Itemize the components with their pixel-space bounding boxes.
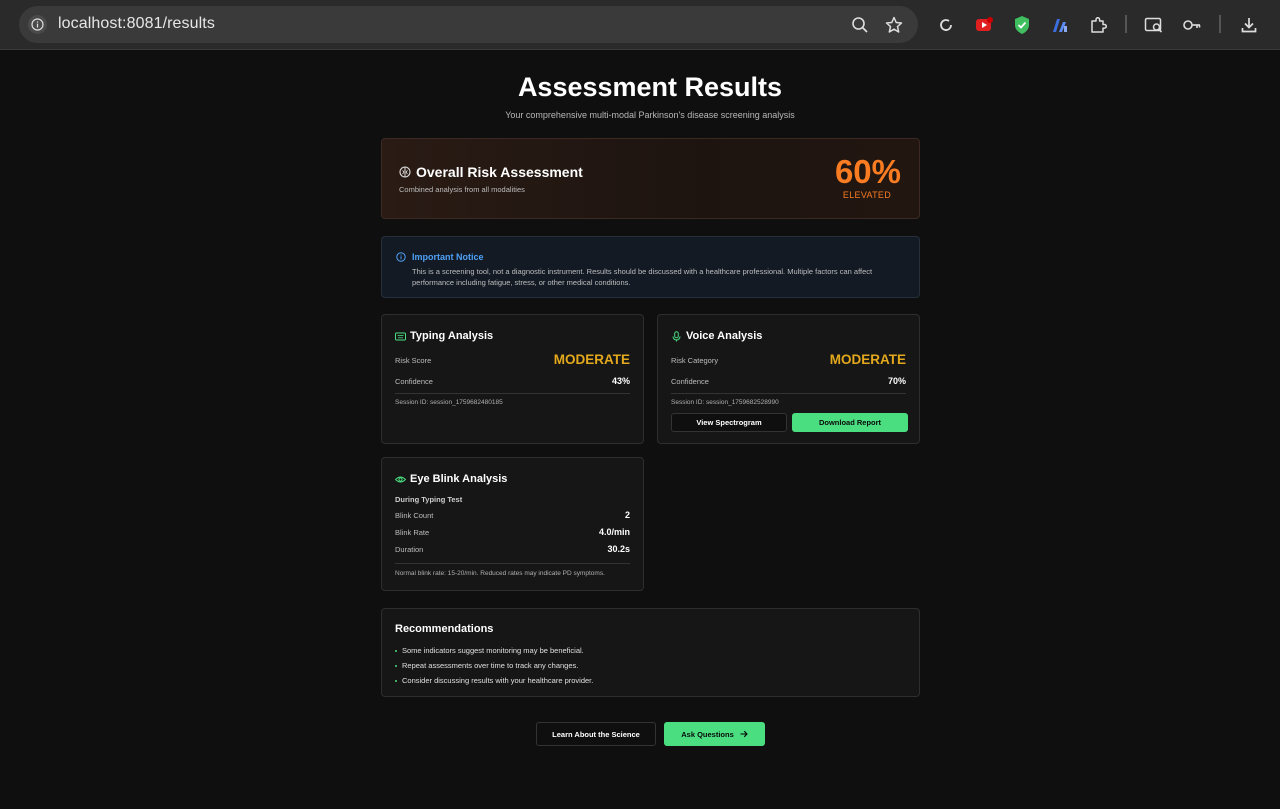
recommendation-text: Some indicators suggest monitoring may b… <box>402 646 584 655</box>
typing-session-id: Session ID: session_1759682480185 <box>395 399 503 406</box>
voice-title: Voice Analysis <box>686 330 763 342</box>
blink-rate-value: 4.0/min <box>598 527 630 537</box>
search-tab-icon[interactable] <box>1142 13 1166 37</box>
blink-duration-value: 30.2s <box>607 544 630 554</box>
toolbar-divider <box>1125 15 1127 33</box>
ask-questions-button[interactable]: Ask Questions <box>664 722 765 746</box>
typing-risk-value: MODERATE <box>553 352 630 367</box>
typing-confidence-label: Confidence <box>395 377 433 386</box>
blink-count-value: 2 <box>624 510 630 520</box>
blink-rate-label: Blink Rate <box>395 528 430 537</box>
bookmark-star-icon[interactable] <box>883 14 905 36</box>
overall-risk-title: Overall Risk Assessment <box>416 164 583 180</box>
sync-icon[interactable] <box>934 13 958 37</box>
typing-analysis-card: Typing Analysis Risk Score MODERATE Conf… <box>381 314 644 444</box>
divider <box>395 563 630 564</box>
overall-risk-card: Overall Risk Assessment Combined analysi… <box>381 138 920 219</box>
chart-extension-icon[interactable] <box>1048 13 1072 37</box>
learn-science-button[interactable]: Learn About the Science <box>536 722 656 746</box>
arrow-right-icon <box>740 730 748 738</box>
info-icon[interactable] <box>28 15 47 34</box>
notice-body: This is a screening tool, not a diagnost… <box>412 267 873 287</box>
overall-risk-level: ELEVATED <box>842 190 891 200</box>
voice-session-id: Session ID: session_1759682528990 <box>671 399 779 406</box>
recommendation-text: Repeat assessments over time to track an… <box>402 661 579 670</box>
recommendation-item: Repeat assessments over time to track an… <box>395 661 578 670</box>
voice-risk-label: Risk Category <box>671 356 719 365</box>
recommendation-item: Some indicators suggest monitoring may b… <box>395 646 584 655</box>
recommendation-item: Consider discussing results with your he… <box>395 676 593 685</box>
password-key-icon[interactable] <box>1180 13 1204 37</box>
zoom-icon[interactable] <box>849 14 871 36</box>
blink-count-label: Blink Count <box>395 511 434 520</box>
bullet-icon <box>395 650 397 653</box>
blink-title: Eye Blink Analysis <box>410 473 508 485</box>
brain-icon <box>399 166 411 178</box>
divider <box>395 393 630 394</box>
divider <box>671 393 906 394</box>
blink-context: During Typing Test <box>395 495 463 504</box>
voice-confidence-label: Confidence <box>671 377 709 386</box>
eye-icon <box>395 476 406 483</box>
bullet-icon <box>395 665 397 668</box>
youtube-extension-icon[interactable] <box>972 13 996 37</box>
eye-blink-card: Eye Blink Analysis During Typing Test Bl… <box>381 457 644 591</box>
info-icon <box>396 252 406 262</box>
view-spectrogram-button[interactable]: View Spectrogram <box>671 413 787 432</box>
ask-questions-label: Ask Questions <box>681 729 734 739</box>
recommendation-text: Consider discussing results with your he… <box>402 676 594 685</box>
puzzle-extensions-icon[interactable] <box>1086 13 1110 37</box>
recommendations-title: Recommendations <box>395 623 494 635</box>
voice-confidence-value: 70% <box>887 376 906 386</box>
typing-title: Typing Analysis <box>410 330 494 342</box>
voice-risk-value: MODERATE <box>829 352 906 367</box>
blink-duration-label: Duration <box>395 545 424 554</box>
toolbar-divider <box>1219 15 1221 33</box>
download-icon[interactable] <box>1237 13 1261 37</box>
url-text[interactable]: localhost:8081/results <box>58 15 215 33</box>
keyboard-icon <box>395 332 406 341</box>
page-subtitle: Your comprehensive multi-modal Parkinson… <box>505 110 795 120</box>
important-notice: Important Notice This is a screening too… <box>381 236 920 298</box>
microphone-icon <box>672 331 681 342</box>
notice-title: Important Notice <box>412 252 484 262</box>
address-bar[interactable]: localhost:8081/results <box>19 6 918 43</box>
shield-extension-icon[interactable] <box>1010 13 1034 37</box>
bullet-icon <box>395 680 397 683</box>
blink-note: Normal blink rate: 15-20/min. Reduced ra… <box>395 570 605 577</box>
typing-confidence-value: 43% <box>611 376 630 386</box>
typing-risk-label: Risk Score <box>395 356 432 365</box>
overall-risk-percent: 60% <box>834 153 901 190</box>
download-report-button[interactable]: Download Report <box>792 413 908 432</box>
browser-toolbar: localhost:8081/results <box>0 0 1280 50</box>
voice-analysis-card: Voice Analysis Risk Category MODERATE Co… <box>657 314 920 444</box>
overall-risk-subtitle: Combined analysis from all modalities <box>399 185 525 194</box>
page-title: Assessment Results <box>517 72 783 102</box>
recommendations-card: Recommendations Some indicators suggest … <box>381 608 920 697</box>
